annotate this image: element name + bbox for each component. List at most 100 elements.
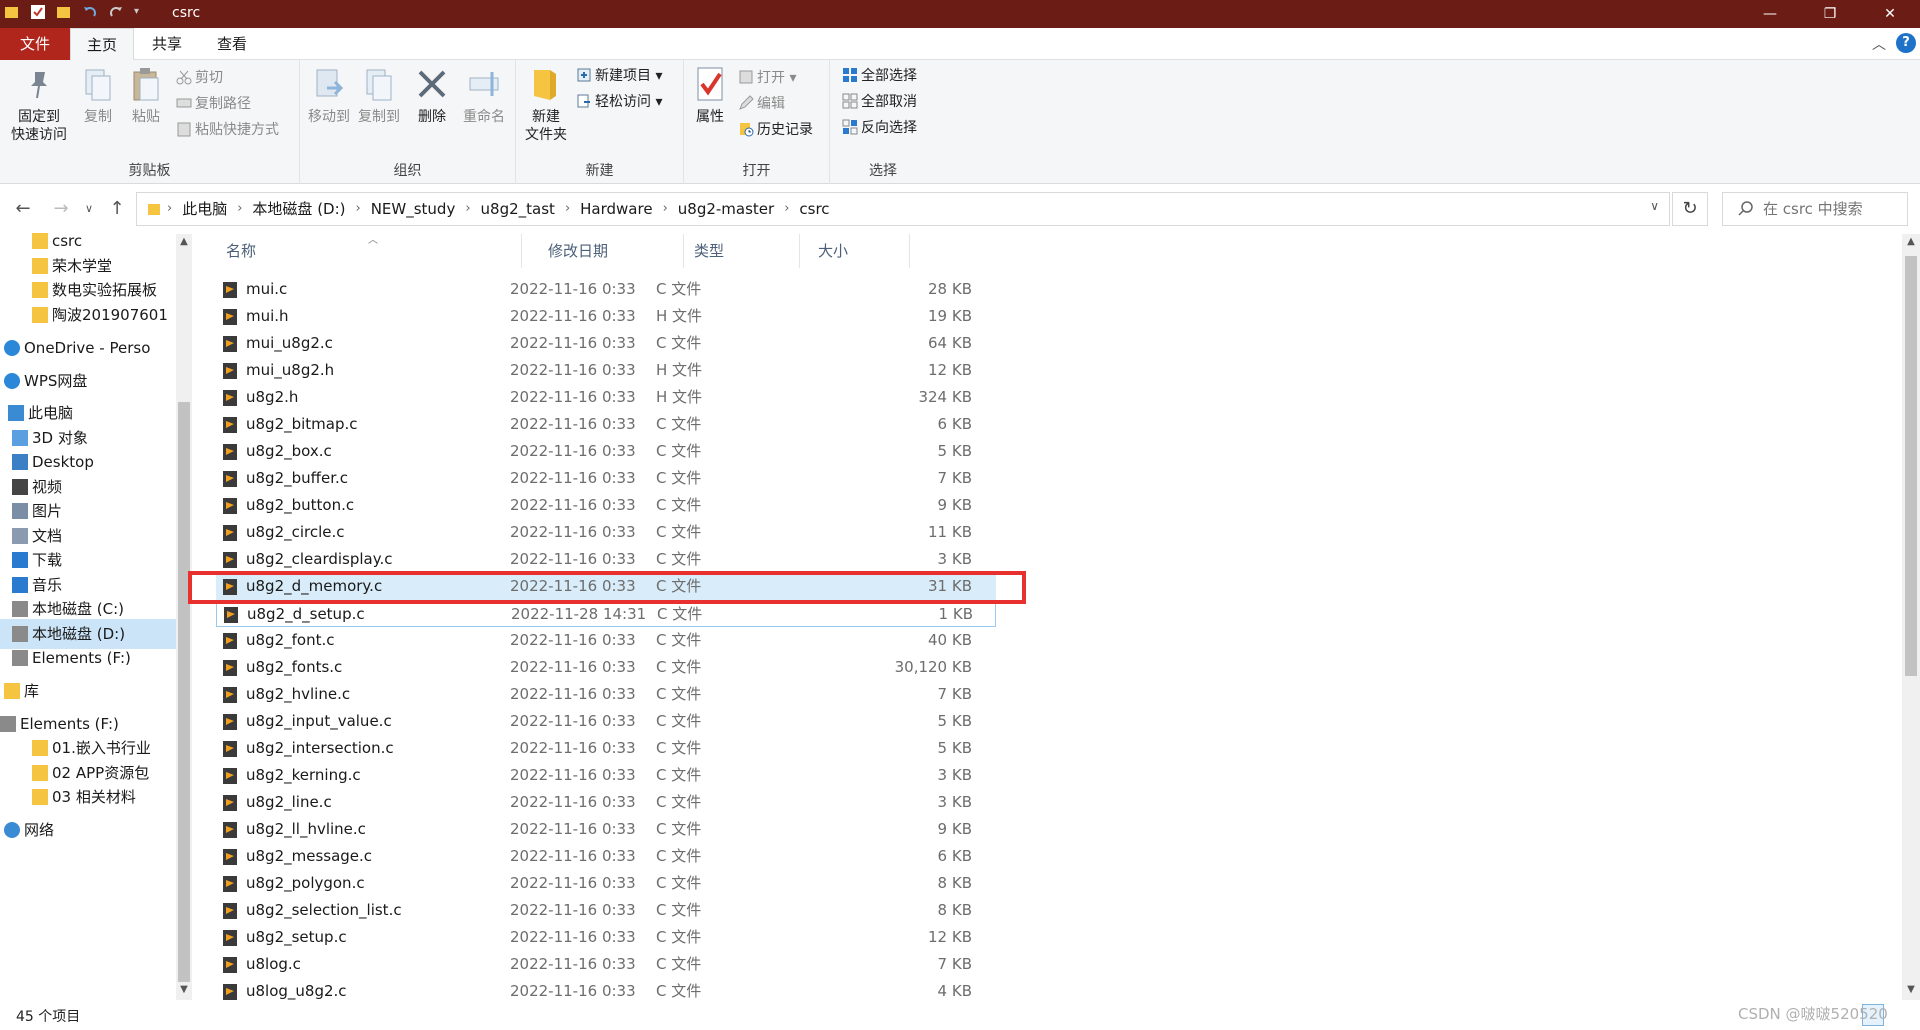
- move-to-button[interactable]: 移动到: [306, 66, 352, 126]
- redo-icon[interactable]: [108, 4, 124, 20]
- table-row[interactable]: mui.c 2022-11-16 0:33 C 文件 28 KB: [216, 276, 996, 303]
- large-icons-view-icon[interactable]: [1890, 1004, 1912, 1026]
- nav-item[interactable]: Elements (F:): [0, 643, 176, 673]
- nav-item[interactable]: 网络: [0, 815, 176, 845]
- rename-button[interactable]: 重命名: [458, 66, 510, 126]
- minimize-button[interactable]: —: [1740, 0, 1800, 28]
- undo-icon[interactable]: [82, 4, 98, 20]
- invert-selection-button[interactable]: 反向选择: [842, 116, 917, 140]
- table-row[interactable]: u8g2_input_value.c 2022-11-16 0:33 C 文件 5 K…: [216, 708, 996, 735]
- content-scrollbar[interactable]: ▲ ▼: [1902, 234, 1920, 1000]
- up-arrow-icon[interactable]: ↑: [106, 198, 128, 220]
- table-row[interactable]: u8g2_d_setup.c 2022-11-28 14:31 C 文件 1 KB: [216, 600, 996, 627]
- recent-locations-chevron-icon[interactable]: ∨: [78, 198, 100, 220]
- scroll-up-arrow-icon[interactable]: ▲: [1903, 234, 1919, 250]
- edit-button[interactable]: 编辑: [738, 92, 785, 116]
- address-bar[interactable]: › 此电脑 › 本地磁盘 (D:) › NEW_study › u8g2_tas…: [136, 192, 1670, 226]
- table-row[interactable]: u8log.c 2022-11-16 0:33 C 文件 7 KB: [216, 951, 996, 978]
- table-row[interactable]: u8g2_fonts.c 2022-11-16 0:33 C 文件 30,120 KB: [216, 654, 996, 681]
- nav-item[interactable]: 库: [0, 676, 176, 706]
- breadcrumb-separator-icon[interactable]: ›: [780, 193, 793, 225]
- help-icon[interactable]: ?: [1896, 33, 1916, 53]
- address-dropdown-chevron-icon[interactable]: ∨: [1650, 199, 1659, 213]
- properties-check-icon[interactable]: [30, 4, 46, 20]
- tab-share[interactable]: 共享: [136, 28, 198, 60]
- table-row[interactable]: u8g2_kerning.c 2022-11-16 0:33 C 文件 3 KB: [216, 762, 996, 789]
- back-arrow-icon[interactable]: ←: [12, 198, 34, 220]
- search-box[interactable]: [1722, 192, 1908, 226]
- column-header-size[interactable]: 大小: [808, 234, 910, 268]
- cut-button[interactable]: 剪切: [176, 66, 223, 90]
- breadcrumb-item[interactable]: u8g2-master: [672, 193, 780, 225]
- history-button[interactable]: 历史记录: [738, 118, 813, 142]
- column-header-date[interactable]: 修改日期: [538, 234, 684, 268]
- scroll-down-arrow-icon[interactable]: ▼: [1903, 982, 1919, 998]
- nav-item[interactable]: 03 相关材料: [0, 782, 176, 812]
- breadcrumb-separator-icon[interactable]: ›: [352, 193, 365, 225]
- table-row[interactable]: u8g2_line.c 2022-11-16 0:33 C 文件 3 KB: [216, 789, 996, 816]
- breadcrumb-separator-icon[interactable]: ›: [561, 193, 574, 225]
- breadcrumb-separator-icon[interactable]: ›: [163, 193, 176, 225]
- table-row[interactable]: u8g2.h 2022-11-16 0:33 H 文件 324 KB: [216, 384, 996, 411]
- table-row[interactable]: u8g2_box.c 2022-11-16 0:33 C 文件 5 KB: [216, 438, 996, 465]
- breadcrumb-item[interactable]: Hardware: [574, 193, 658, 225]
- table-row[interactable]: mui.h 2022-11-16 0:33 H 文件 19 KB: [216, 303, 996, 330]
- table-row[interactable]: u8g2_cleardisplay.c 2022-11-16 0:33 C 文件 3 …: [216, 546, 996, 573]
- paste-button[interactable]: 粘贴: [124, 66, 168, 126]
- copy-to-button[interactable]: 复制到: [356, 66, 402, 126]
- customize-qat-icon[interactable]: ▾: [134, 4, 150, 20]
- open-button[interactable]: 打开 ▾: [738, 66, 796, 90]
- breadcrumb-item[interactable]: 此电脑: [176, 193, 233, 225]
- new-folder-button[interactable]: 新建 文件夹: [522, 66, 570, 144]
- table-row[interactable]: u8g2_setup.c 2022-11-16 0:33 C 文件 12 KB: [216, 924, 996, 951]
- table-row[interactable]: u8g2_intersection.c 2022-11-16 0:33 C 文件 5 …: [216, 735, 996, 762]
- copy-button[interactable]: 复制: [76, 66, 120, 126]
- scroll-down-arrow-icon[interactable]: ▼: [176, 982, 192, 998]
- table-row[interactable]: u8g2_selection_list.c 2022-11-16 0:33 C 文件…: [216, 897, 996, 924]
- content-scrollbar-thumb[interactable]: [1905, 256, 1917, 676]
- table-row[interactable]: u8g2_button.c 2022-11-16 0:33 C 文件 9 KB: [216, 492, 996, 519]
- table-row[interactable]: u8g2_buffer.c 2022-11-16 0:33 C 文件 7 KB: [216, 465, 996, 492]
- tab-view[interactable]: 查看: [200, 28, 264, 60]
- table-row[interactable]: mui_u8g2.h 2022-11-16 0:33 H 文件 12 KB: [216, 357, 996, 384]
- delete-button[interactable]: 删除: [412, 66, 452, 126]
- breadcrumb-item[interactable]: NEW_study: [365, 193, 462, 225]
- pin-quick-access-button[interactable]: 固定到 快速访问: [6, 66, 72, 144]
- table-row[interactable]: mui_u8g2.c 2022-11-16 0:33 C 文件 64 KB: [216, 330, 996, 357]
- nav-scrollbar[interactable]: ▲ ▼: [176, 234, 192, 1000]
- search-input[interactable]: [1763, 199, 1903, 219]
- refresh-icon[interactable]: ↻: [1672, 192, 1708, 226]
- copy-path-button[interactable]: 复制路径: [176, 92, 251, 116]
- properties-button[interactable]: 属性: [690, 66, 730, 126]
- column-header-type[interactable]: 类型: [684, 234, 800, 268]
- tab-file[interactable]: 文件: [0, 28, 70, 60]
- breadcrumb-separator-icon[interactable]: ›: [659, 193, 672, 225]
- breadcrumb-separator-icon[interactable]: ›: [233, 193, 246, 225]
- nav-scrollbar-thumb[interactable]: [178, 402, 190, 982]
- forward-arrow-icon[interactable]: →: [50, 198, 72, 220]
- breadcrumb-item[interactable]: 本地磁盘 (D:): [246, 193, 351, 225]
- table-row[interactable]: u8g2_polygon.c 2022-11-16 0:33 C 文件 8 KB: [216, 870, 996, 897]
- table-row[interactable]: u8g2_bitmap.c 2022-11-16 0:33 C 文件 6 KB: [216, 411, 996, 438]
- table-row[interactable]: u8g2_message.c 2022-11-16 0:33 C 文件 6 KB: [216, 843, 996, 870]
- nav-item[interactable]: OneDrive - Perso: [0, 333, 176, 363]
- close-button[interactable]: ✕: [1860, 0, 1920, 28]
- nav-item[interactable]: 陶波201907601: [0, 300, 176, 330]
- scroll-up-arrow-icon[interactable]: ▲: [176, 234, 192, 250]
- breadcrumb-separator-icon[interactable]: ›: [461, 193, 474, 225]
- nav-item[interactable]: WPS网盘: [0, 366, 176, 396]
- new-folder-icon[interactable]: [56, 4, 72, 20]
- maximize-button[interactable]: ❐: [1800, 0, 1860, 28]
- table-row[interactable]: u8g2_circle.c 2022-11-16 0:33 C 文件 11 KB: [216, 519, 996, 546]
- select-all-button[interactable]: 全部选择: [842, 64, 917, 88]
- tab-home[interactable]: 主页: [70, 28, 134, 61]
- table-row[interactable]: u8g2_font.c 2022-11-16 0:33 C 文件 40 KB: [216, 627, 996, 654]
- collapse-ribbon-icon[interactable]: ︿: [1872, 34, 1886, 54]
- select-none-button[interactable]: 全部取消: [842, 90, 917, 114]
- breadcrumb-item[interactable]: u8g2_tast: [475, 193, 561, 225]
- table-row[interactable]: u8g2_hvline.c 2022-11-16 0:33 C 文件 7 KB: [216, 681, 996, 708]
- table-row[interactable]: u8g2_ll_hvline.c 2022-11-16 0:33 C 文件 9 KB: [216, 816, 996, 843]
- easy-access-button[interactable]: 轻松访问 ▾: [576, 90, 662, 114]
- paste-shortcut-button[interactable]: 粘贴快捷方式: [176, 118, 279, 142]
- breadcrumb-item[interactable]: csrc: [793, 193, 835, 225]
